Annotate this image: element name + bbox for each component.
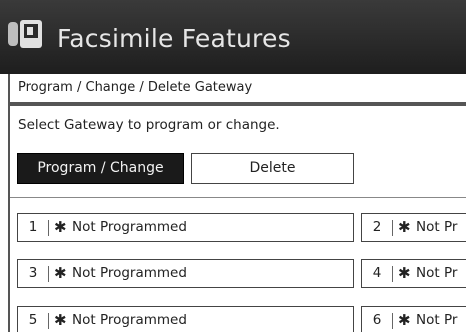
gateway-item-6[interactable]: 6 ✱ Not Pr bbox=[361, 306, 466, 332]
gateway-status: Not Programmed bbox=[72, 219, 187, 235]
gateway-number: 2 bbox=[372, 219, 382, 235]
gateway-item-3[interactable]: 3 ✱ Not Programmed bbox=[17, 259, 354, 288]
separator bbox=[392, 313, 393, 329]
gateway-item-1[interactable]: 1 ✱ Not Programmed bbox=[17, 213, 354, 242]
gateway-status: Not Programmed bbox=[72, 265, 187, 281]
gateway-status: Not Pr bbox=[416, 312, 458, 328]
gateway-item-4[interactable]: 4 ✱ Not Pr bbox=[361, 259, 466, 288]
gateway-number: 4 bbox=[372, 265, 382, 281]
gateway-number: 5 bbox=[28, 312, 38, 328]
breadcrumb: Program / Change / Delete Gateway bbox=[8, 74, 466, 104]
gateway-number: 6 bbox=[372, 312, 382, 328]
asterisk-icon: ✱ bbox=[398, 264, 411, 282]
gateway-status: Not Pr bbox=[416, 219, 458, 235]
facsimile-features-screen: Facsimile Features Program / Change / De… bbox=[0, 0, 466, 332]
separator bbox=[48, 313, 49, 329]
separator bbox=[392, 220, 393, 236]
asterisk-icon: ✱ bbox=[398, 218, 411, 236]
gateway-number: 1 bbox=[28, 219, 38, 235]
gateway-status: Not Pr bbox=[416, 265, 458, 281]
section-divider bbox=[10, 197, 466, 198]
separator bbox=[48, 266, 49, 282]
delete-button[interactable]: Delete bbox=[191, 153, 354, 184]
page-title: Facsimile Features bbox=[57, 24, 291, 53]
title-bar: Facsimile Features bbox=[0, 0, 466, 74]
gateway-item-2[interactable]: 2 ✱ Not Pr bbox=[361, 213, 466, 242]
program-change-button[interactable]: Program / Change bbox=[17, 153, 184, 184]
asterisk-icon: ✱ bbox=[54, 218, 67, 236]
gateway-item-5[interactable]: 5 ✱ Not Programmed bbox=[17, 306, 354, 332]
gateway-status: Not Programmed bbox=[72, 312, 187, 328]
separator bbox=[392, 266, 393, 282]
fax-machine-icon bbox=[8, 20, 42, 48]
separator bbox=[48, 220, 49, 236]
asterisk-icon: ✱ bbox=[54, 264, 67, 282]
instruction-text: Select Gateway to program or change. bbox=[18, 117, 280, 133]
gateway-number: 3 bbox=[28, 265, 38, 281]
asterisk-icon: ✱ bbox=[398, 311, 411, 329]
asterisk-icon: ✱ bbox=[54, 311, 67, 329]
